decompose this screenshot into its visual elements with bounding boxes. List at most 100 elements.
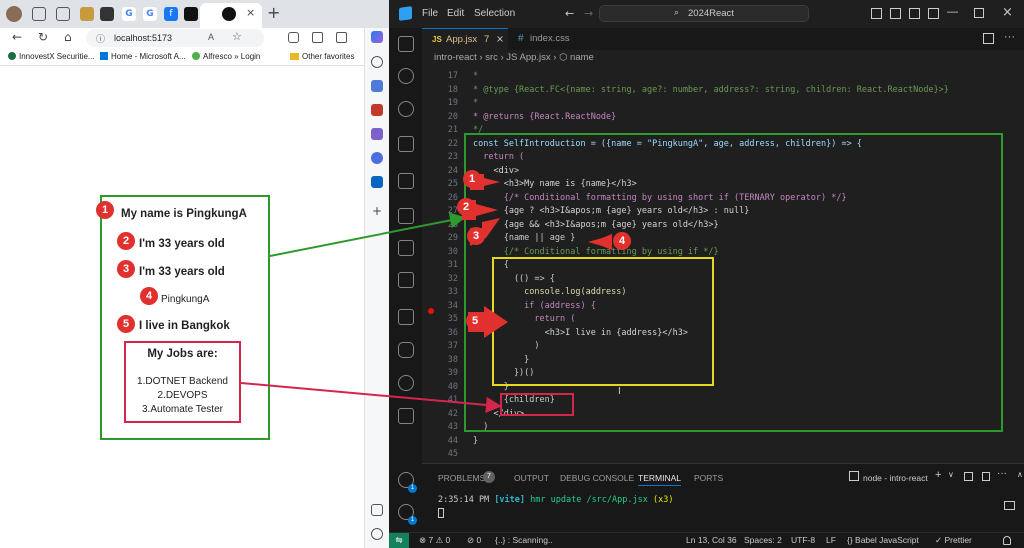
office-icon[interactable] [371, 152, 383, 164]
tools-icon[interactable] [371, 104, 383, 116]
address-field[interactable]: ⓘ localhost:5173 A ☆ [86, 29, 264, 47]
code-line[interactable]: } [473, 436, 478, 446]
shopping-icon[interactable] [371, 80, 383, 92]
status-problems[interactable]: ⊗ 7 ⚠ 0 [419, 533, 450, 548]
search-icon[interactable] [371, 56, 383, 68]
code-line[interactable]: </div> [473, 409, 524, 419]
extensions-view-icon[interactable] [398, 173, 414, 189]
favorite-home-microsoft[interactable]: Home - Microsoft A... [100, 52, 186, 61]
ports-view-icon[interactable] [398, 408, 414, 424]
split-screen-icon[interactable] [312, 32, 323, 43]
code-line[interactable]: console.log(address) [473, 287, 626, 297]
code-line[interactable]: } [473, 355, 529, 365]
status-language[interactable]: {} Babel JavaScript [847, 533, 919, 548]
maximize-icon[interactable] [974, 8, 984, 18]
tab-favicon-qr[interactable] [100, 7, 114, 21]
breadcrumb[interactable]: intro-react › src › JS App.jsx › ⬡ name [422, 50, 1024, 66]
status-prettier[interactable]: ✓ Prettier [935, 533, 972, 548]
new-terminal-icon[interactable]: + [935, 469, 941, 481]
code-line[interactable]: {/* Conditional formatting by using shor… [473, 193, 847, 203]
nav-back-icon[interactable]: ← [565, 7, 574, 20]
add-sidebar-icon[interactable]: + [372, 204, 382, 218]
code-line[interactable]: */ [473, 125, 483, 135]
code-line[interactable]: })() [473, 368, 534, 378]
panel-tab-debug-console[interactable]: DEBUG CONSOLE [560, 473, 634, 483]
terminal-dropdown-icon[interactable]: ∨ [948, 470, 954, 479]
docker-icon[interactable] [398, 342, 414, 358]
read-aloud-icon[interactable]: A [208, 32, 214, 42]
toggle-panel-icon[interactable] [890, 8, 901, 19]
breakpoint-dot[interactable] [428, 308, 434, 314]
terminal-view-icon[interactable] [398, 272, 414, 288]
split-terminal-icon[interactable] [964, 472, 973, 481]
code-line[interactable]: * @returns {React.ReactNode} [473, 112, 616, 122]
terminal-name[interactable]: node - intro-react [863, 473, 928, 483]
kill-terminal-icon[interactable] [982, 472, 990, 481]
tab-index-css[interactable]: # index.css [508, 28, 594, 50]
search-view-icon[interactable] [398, 68, 414, 84]
favorite-alfresco[interactable]: Alfresco » Login [192, 52, 260, 61]
run-debug-icon[interactable] [398, 136, 414, 152]
code-line[interactable]: ) [473, 341, 539, 351]
panel-tab-ports[interactable]: PORTS [694, 473, 723, 483]
notifications-bell-icon[interactable] [1003, 536, 1011, 545]
menu-selection[interactable]: Selection [474, 8, 515, 19]
code-line[interactable]: {age && <h3>I&apos;m {age} years old</h3… [473, 220, 719, 230]
split-editor-icon[interactable] [983, 33, 994, 44]
games-icon[interactable] [371, 128, 383, 140]
tab-favicon-dev[interactable] [184, 7, 198, 21]
code-line[interactable]: {age ? <h3>I&apos;m {age} years old</h3>… [473, 206, 750, 216]
tab-favicon-1[interactable] [80, 7, 94, 21]
explorer-icon[interactable] [398, 36, 414, 52]
outlook-icon[interactable] [371, 176, 383, 188]
menu-edit[interactable]: Edit [447, 8, 464, 19]
source-control-icon[interactable] [398, 101, 414, 117]
refresh-icon[interactable]: ↻ [38, 30, 48, 44]
close-tab-icon[interactable]: × [246, 6, 255, 19]
tab-facebook-icon[interactable]: f [164, 7, 178, 21]
code-line[interactable]: <h3>I live in {address}</h3> [473, 328, 688, 338]
copilot-icon[interactable] [371, 31, 383, 43]
code-line[interactable]: <h3>My name is {name}</h3> [473, 179, 637, 189]
code-line[interactable]: { [473, 260, 509, 270]
layout-icon[interactable] [928, 8, 939, 19]
panel-tab-terminal[interactable]: TERMINAL [638, 473, 681, 486]
menu-file[interactable]: File [422, 8, 438, 19]
favorite-other[interactable]: Other favorites [290, 52, 354, 61]
code-line[interactable]: * @type {React.FC<{name: string, age?: n… [473, 85, 949, 95]
favorite-star-icon[interactable]: ☆ [232, 30, 242, 43]
new-tab-icon[interactable]: + [267, 3, 280, 22]
code-line[interactable]: } [473, 382, 509, 392]
code-line[interactable]: const SelfIntroduction = ({name = "Pingk… [473, 139, 862, 149]
kubernetes-icon[interactable] [398, 375, 414, 391]
terminal-output[interactable]: 2:35:14 PM [vite] hmr update /src/App.js… [422, 489, 1024, 532]
code-line[interactable]: {name || age } [473, 233, 576, 243]
panel-tab-problems[interactable]: PROBLEMS [438, 473, 485, 483]
status-eol[interactable]: LF [826, 533, 836, 548]
status-ports[interactable]: ⊘ 0 [467, 533, 481, 548]
profile-avatar[interactable] [6, 6, 22, 22]
remote-indicator[interactable]: ⇋ [389, 533, 409, 548]
code-line[interactable]: * [473, 71, 478, 81]
toggle-sidebar-icon[interactable] [871, 8, 882, 19]
workspaces-icon[interactable] [32, 7, 46, 21]
info-icon[interactable]: ⓘ [96, 32, 105, 45]
remote-explorer-icon[interactable] [398, 208, 414, 224]
minimize-icon[interactable]: — [947, 6, 958, 18]
code-editor[interactable]: 17 * 18 * @type {React.FC<{name: string, ag… [422, 66, 1024, 462]
containers-icon[interactable] [398, 309, 414, 325]
maximize-panel-icon[interactable]: ∧ [1017, 470, 1023, 479]
tab-google-2[interactable]: G [143, 7, 157, 21]
code-line[interactable]: ) [473, 422, 488, 432]
status-cursor-position[interactable]: Ln 13, Col 36 [686, 533, 737, 548]
status-indentation[interactable]: Spaces: 2 [744, 533, 782, 548]
tab-google-1[interactable]: G [122, 7, 136, 21]
back-icon[interactable]: ← [12, 30, 22, 44]
panel-more-icon[interactable]: ··· [997, 468, 1007, 479]
code-line[interactable]: if (address) { [473, 301, 596, 311]
favorite-innovestx[interactable]: InnovestX Securitie... [8, 52, 95, 61]
settings-gear-icon[interactable] [371, 528, 383, 540]
tab-app-jsx[interactable]: JS App.jsx 7 × [422, 28, 508, 50]
extensions-icon[interactable] [288, 32, 299, 43]
code-line[interactable]: return ( [473, 152, 524, 162]
